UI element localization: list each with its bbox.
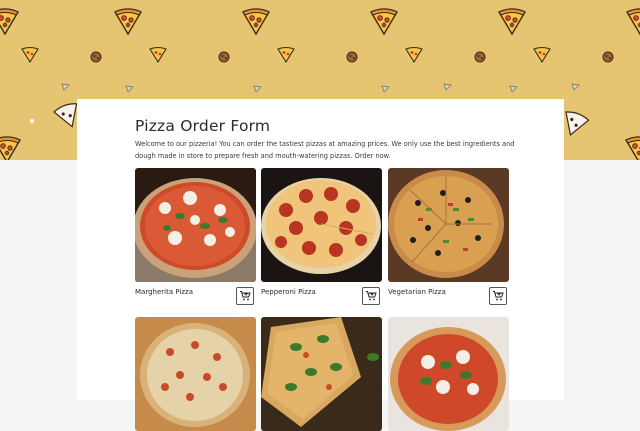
product-image-vegetarian[interactable]: [388, 168, 509, 282]
add-to-cart-icon: [493, 291, 504, 301]
add-to-cart-button[interactable]: [236, 287, 254, 305]
product-name: Margherita Pizza: [135, 288, 194, 296]
form-intro-text: Welcome to our pizzeria! You can order t…: [135, 140, 515, 160]
page-title: Pizza Order Form: [135, 117, 271, 135]
product-image-4[interactable]: [135, 317, 256, 431]
add-to-cart-button[interactable]: [362, 287, 380, 305]
product-name: Vegetarian Pizza: [388, 288, 446, 296]
product-image-pepperoni[interactable]: [261, 168, 382, 282]
product-image-margherita[interactable]: [135, 168, 256, 282]
add-to-cart-button[interactable]: [489, 287, 507, 305]
product-image-5[interactable]: [261, 317, 382, 431]
product-image-6[interactable]: [388, 317, 509, 431]
add-to-cart-icon: [366, 291, 377, 301]
product-name: Pepperoni Pizza: [261, 288, 316, 296]
order-form-card: Pizza Order Form Welcome to our pizzeria…: [77, 99, 564, 431]
add-to-cart-icon: [240, 291, 251, 301]
